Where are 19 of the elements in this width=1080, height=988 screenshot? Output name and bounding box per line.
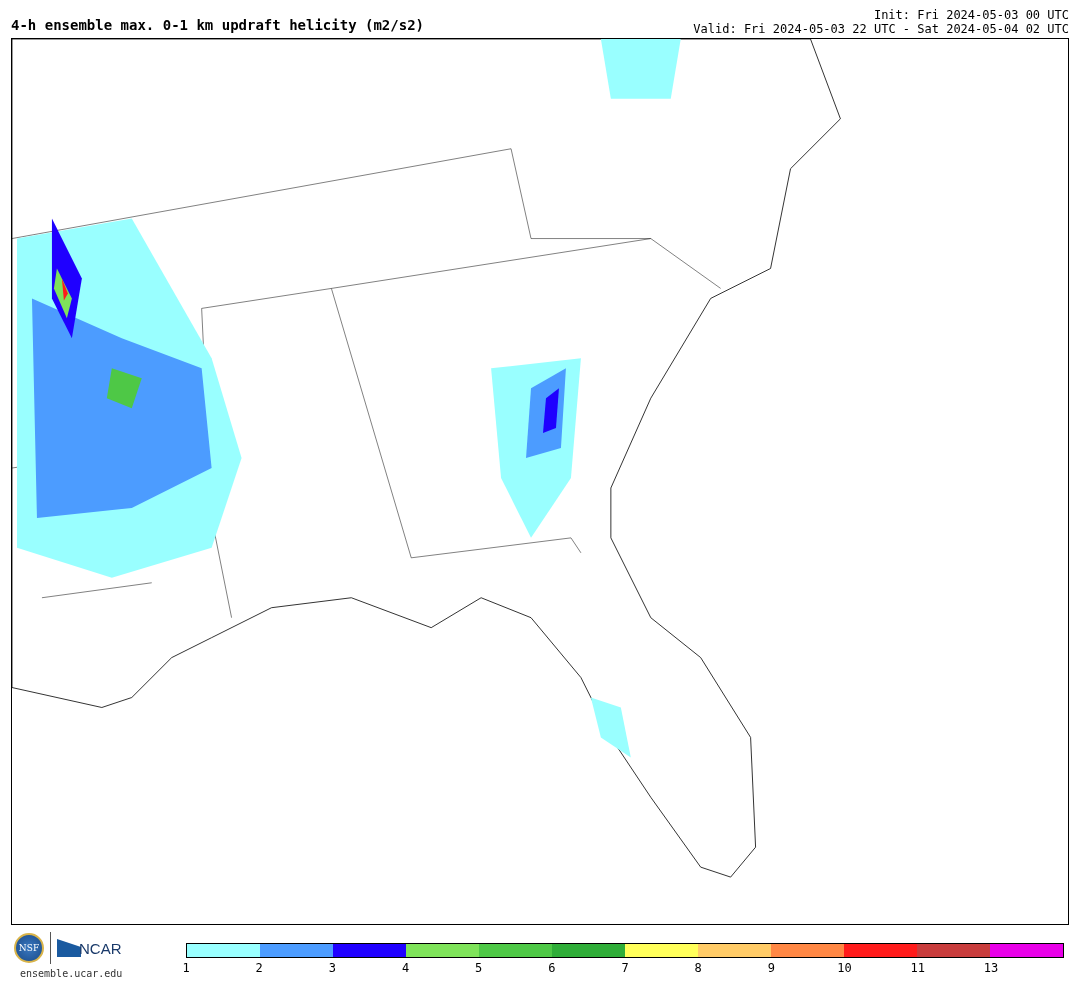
tick-label: 6 xyxy=(548,961,556,975)
site-url: ensemble.ucar.edu xyxy=(19,968,124,979)
tick-label: 8 xyxy=(694,961,702,975)
tick-label: 1 xyxy=(182,961,190,975)
tick-label: 3 xyxy=(328,961,336,975)
wave-icon xyxy=(57,939,81,957)
nsf-logo: NSF xyxy=(14,933,44,963)
init-time: Init: Fri 2024-05-03 00 UTC xyxy=(872,8,1069,22)
plot-title: 4-h ensemble max. 0-1 km updraft helicity (m2/s2) xyxy=(11,17,424,35)
tick-label: 10 xyxy=(837,961,852,975)
tick-label: 13 xyxy=(983,961,999,975)
tick-label: 2 xyxy=(255,961,263,975)
tick-label: 5 xyxy=(475,961,483,975)
ncar-logo: NCAR xyxy=(79,939,122,957)
tick-label: 9 xyxy=(767,961,775,975)
tick-label: 7 xyxy=(621,961,629,975)
tick-label: 4 xyxy=(401,961,410,975)
valid-time: Valid: Fri 2024-05-03 22 UTC - Sat 2024-05-04 02 UTC xyxy=(693,22,1069,36)
tick-label: 11 xyxy=(910,961,925,975)
